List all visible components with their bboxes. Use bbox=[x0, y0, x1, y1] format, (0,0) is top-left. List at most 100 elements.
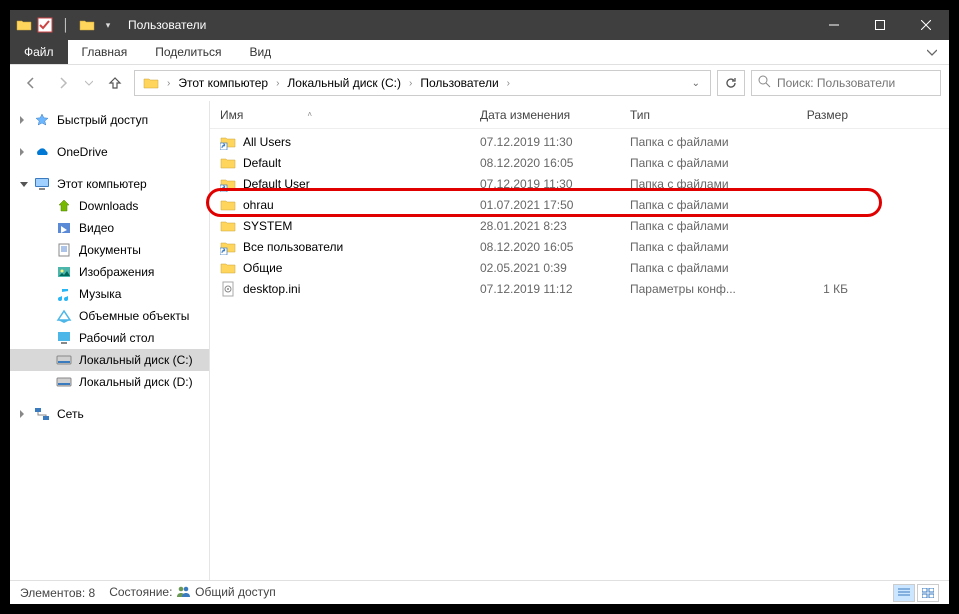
sidebar-item-icon bbox=[56, 264, 72, 280]
folder-icon bbox=[220, 260, 236, 276]
chevron-right-icon[interactable]: › bbox=[407, 78, 414, 89]
breadcrumb-drive-c[interactable]: Локальный диск (C:) bbox=[283, 76, 405, 90]
sidebar-item-icon bbox=[56, 242, 72, 258]
chevron-right-icon[interactable]: › bbox=[274, 78, 281, 89]
file-name: ohrau bbox=[243, 198, 274, 212]
file-date: 07.12.2019 11:12 bbox=[470, 282, 620, 296]
ribbon-expand-button[interactable] bbox=[915, 40, 949, 64]
sidebar-item-label: Музыка bbox=[79, 287, 121, 301]
column-date[interactable]: Дата изменения bbox=[470, 108, 620, 122]
sidebar-onedrive[interactable]: OneDrive bbox=[10, 141, 209, 163]
qat-chevron-icon[interactable]: ▾ bbox=[100, 17, 116, 33]
sidebar-item[interactable]: Downloads bbox=[10, 195, 209, 217]
sidebar-item-label: Изображения bbox=[79, 265, 154, 279]
breadcrumb-this-pc[interactable]: Этот компьютер bbox=[174, 76, 272, 90]
file-type: Папка с файлами bbox=[620, 198, 770, 212]
sidebar-item[interactable]: Объемные объекты bbox=[10, 305, 209, 327]
chevron-right-icon[interactable]: › bbox=[505, 78, 512, 89]
file-type: Папка с файлами bbox=[620, 219, 770, 233]
tab-share[interactable]: Поделиться bbox=[141, 40, 235, 64]
forward-button[interactable] bbox=[50, 70, 76, 96]
back-button[interactable] bbox=[18, 70, 44, 96]
sidebar-item[interactable]: Музыка bbox=[10, 283, 209, 305]
table-row[interactable]: All Users07.12.2019 11:30Папка с файлами bbox=[210, 131, 949, 152]
file-date: 08.12.2020 16:05 bbox=[470, 240, 620, 254]
view-details-button[interactable] bbox=[893, 584, 915, 602]
sidebar-item[interactable]: Локальный диск (D:) bbox=[10, 371, 209, 393]
tab-home[interactable]: Главная bbox=[68, 40, 142, 64]
table-row[interactable]: Default User07.12.2019 11:30Папка с файл… bbox=[210, 173, 949, 194]
address-bar[interactable]: › Этот компьютер › Локальный диск (C:) ›… bbox=[134, 70, 711, 96]
sidebar-item[interactable]: Локальный диск (C:) bbox=[10, 349, 209, 371]
file-type: Папка с файлами bbox=[620, 240, 770, 254]
search-icon bbox=[758, 75, 771, 91]
sidebar-this-pc[interactable]: Этот компьютер bbox=[10, 173, 209, 195]
nav-row: › Этот компьютер › Локальный диск (C:) ›… bbox=[10, 65, 949, 101]
file-type: Папка с файлами bbox=[620, 261, 770, 275]
sidebar-item[interactable]: Рабочий стол bbox=[10, 327, 209, 349]
star-icon bbox=[34, 112, 50, 128]
file-tab[interactable]: Файл bbox=[10, 40, 68, 64]
chevron-right-icon[interactable]: › bbox=[165, 78, 172, 89]
ribbon-tabs: Файл Главная Поделиться Вид bbox=[10, 40, 949, 65]
refresh-button[interactable] bbox=[717, 70, 745, 96]
sidebar-item-label: Сеть bbox=[57, 407, 84, 421]
view-icons-button[interactable] bbox=[917, 584, 939, 602]
breadcrumb-root-icon[interactable] bbox=[139, 75, 163, 91]
sidebar-item-icon bbox=[56, 286, 72, 302]
file-list: Имя˄ Дата изменения Тип Размер All Users… bbox=[210, 101, 949, 580]
status-state: Состояние: Общий доступ bbox=[109, 585, 276, 600]
file-name: Все пользователи bbox=[243, 240, 343, 254]
qat-dropdown-icon[interactable]: │ bbox=[58, 17, 74, 33]
window-title: Пользователи bbox=[128, 18, 206, 32]
folder-shortcut-icon bbox=[220, 134, 236, 150]
folder-icon bbox=[220, 218, 236, 234]
folder-icon-2 bbox=[79, 17, 95, 33]
sidebar-quick-access[interactable]: Быстрый доступ bbox=[10, 109, 209, 131]
sidebar-item[interactable]: Документы bbox=[10, 239, 209, 261]
address-dropdown-icon[interactable]: ⌄ bbox=[686, 78, 706, 89]
search-box[interactable] bbox=[751, 70, 941, 96]
sidebar-item-label: Объемные объекты bbox=[79, 309, 189, 323]
table-row[interactable]: Все пользователи 08.12.2020 16:05Папка с … bbox=[210, 236, 949, 257]
file-name: All Users bbox=[243, 135, 291, 149]
column-size[interactable]: Размер bbox=[770, 108, 860, 122]
file-name: SYSTEM bbox=[243, 219, 292, 233]
table-row[interactable]: Default08.12.2020 16:05Папка с файлами bbox=[210, 152, 949, 173]
table-row[interactable]: SYSTEM28.01.2021 8:23Папка с файлами bbox=[210, 215, 949, 236]
tab-view[interactable]: Вид bbox=[235, 40, 285, 64]
close-button[interactable] bbox=[903, 10, 949, 40]
sort-indicator-icon: ˄ bbox=[307, 110, 312, 119]
sidebar-item-icon bbox=[56, 374, 72, 390]
folder-shortcut-icon bbox=[220, 239, 236, 255]
maximize-button[interactable] bbox=[857, 10, 903, 40]
file-date: 01.07.2021 17:50 bbox=[470, 198, 620, 212]
up-button[interactable] bbox=[102, 70, 128, 96]
sidebar-item[interactable]: Видео bbox=[10, 217, 209, 239]
sidebar-item-icon bbox=[56, 352, 72, 368]
file-date: 07.12.2019 11:30 bbox=[470, 177, 620, 191]
titlebar: │ ▾ Пользователи bbox=[10, 10, 949, 40]
folder-icon bbox=[220, 155, 236, 171]
file-name: Default User bbox=[243, 177, 310, 191]
table-row[interactable]: desktop.ini07.12.2019 11:12Параметры кон… bbox=[210, 278, 949, 299]
search-input[interactable] bbox=[777, 76, 934, 90]
shared-icon bbox=[176, 585, 192, 600]
folder-icon bbox=[220, 197, 236, 213]
breadcrumb-users[interactable]: Пользователи bbox=[416, 76, 502, 90]
sidebar-network[interactable]: Сеть bbox=[10, 403, 209, 425]
sidebar-item-label: Рабочий стол bbox=[79, 331, 154, 345]
sidebar-item[interactable]: Изображения bbox=[10, 261, 209, 283]
file-type: Папка с файлами bbox=[620, 156, 770, 170]
column-name[interactable]: Имя˄ bbox=[210, 108, 470, 122]
recent-dropdown[interactable] bbox=[82, 70, 96, 96]
sidebar-item-label: Быстрый доступ bbox=[57, 113, 148, 127]
column-type[interactable]: Тип bbox=[620, 108, 770, 122]
file-name: Общие bbox=[243, 261, 282, 275]
file-date: 07.12.2019 11:30 bbox=[470, 135, 620, 149]
column-headers: Имя˄ Дата изменения Тип Размер bbox=[210, 101, 949, 129]
sidebar-item-icon bbox=[56, 308, 72, 324]
table-row[interactable]: ohrau 01.07.2021 17:50Папка с файлами bbox=[210, 194, 949, 215]
table-row[interactable]: Общие02.05.2021 0:39Папка с файлами bbox=[210, 257, 949, 278]
minimize-button[interactable] bbox=[811, 10, 857, 40]
